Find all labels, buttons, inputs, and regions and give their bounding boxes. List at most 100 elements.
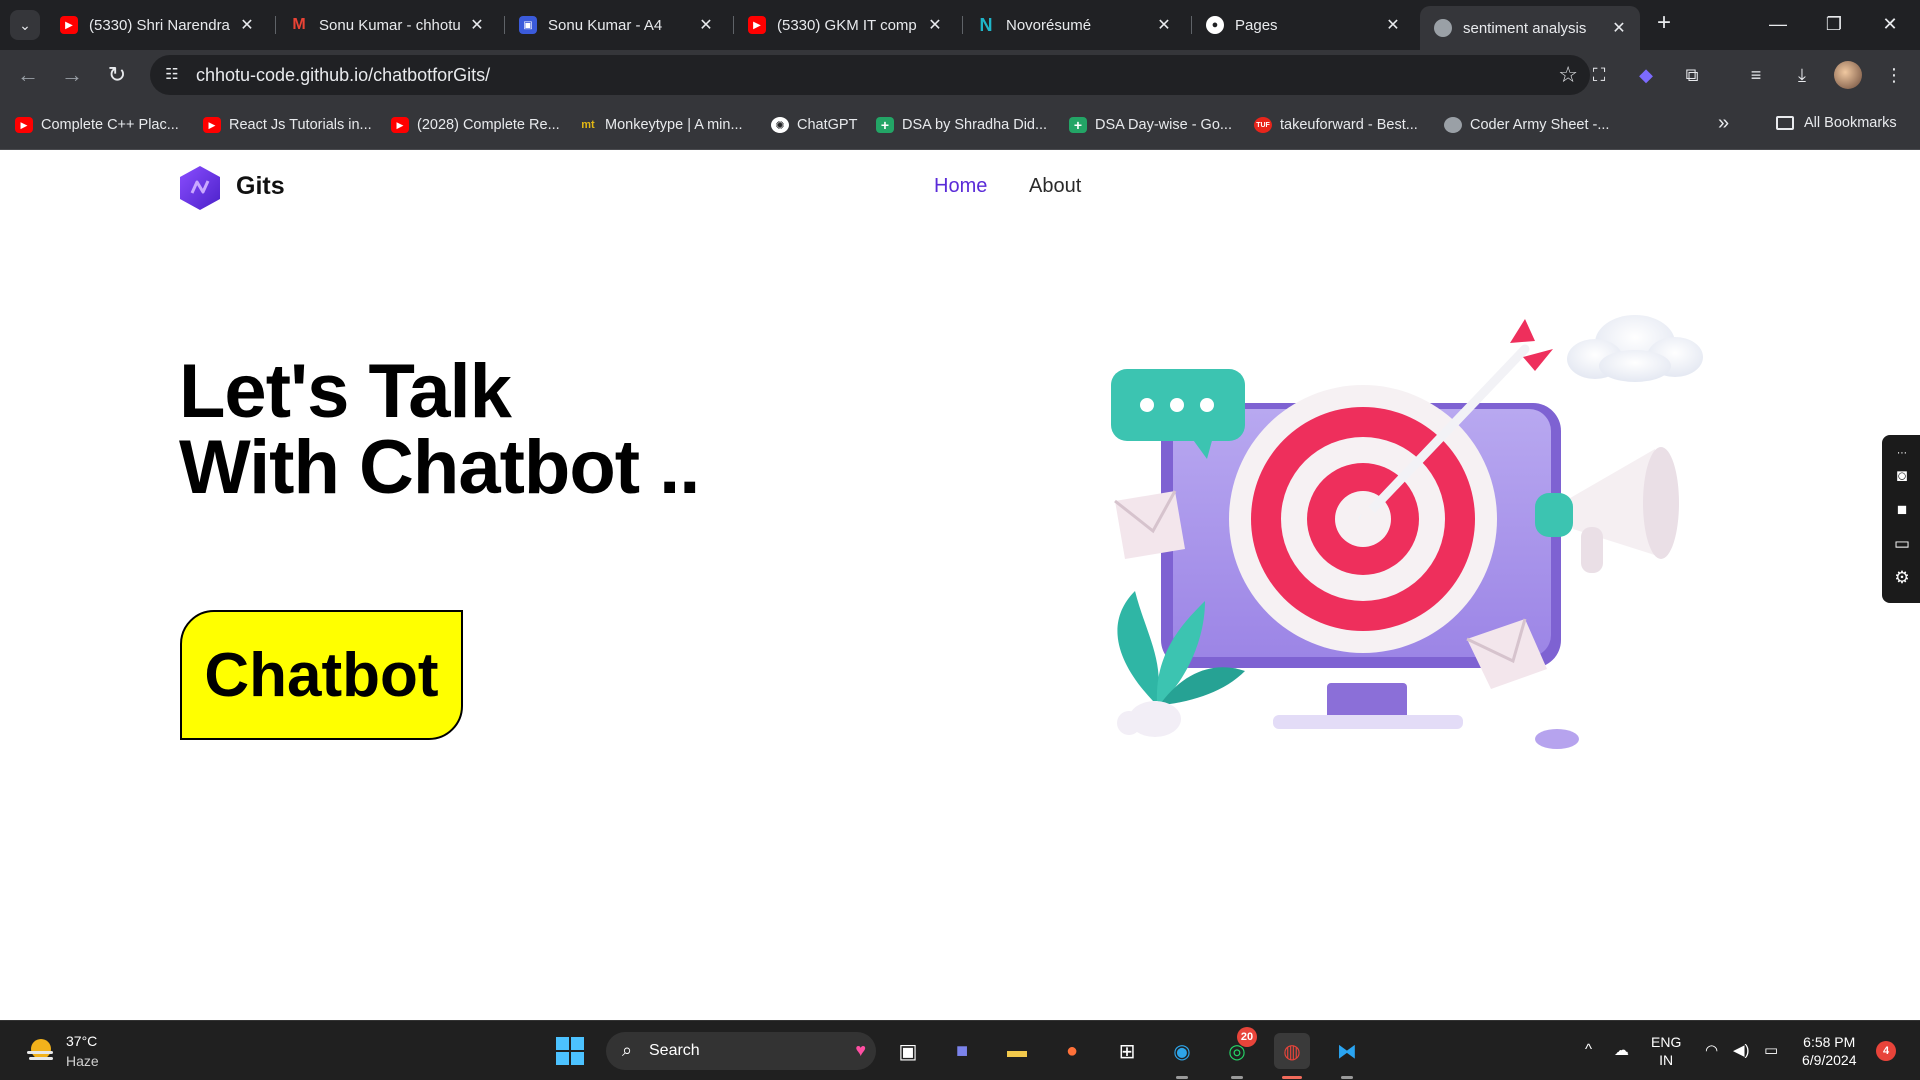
globe-icon bbox=[1444, 117, 1462, 133]
chatbot-button[interactable]: Chatbot bbox=[180, 610, 463, 740]
bookmark-item[interactable]: + DSA Day-wise - Go... bbox=[1069, 115, 1232, 135]
more-bookmarks-button[interactable]: » bbox=[1718, 112, 1729, 135]
task-view-icon[interactable]: ▣ bbox=[890, 1033, 926, 1069]
bookmark-item[interactable]: ▶ (2028) Complete Re... bbox=[391, 115, 560, 135]
brand-name[interactable]: Gits bbox=[236, 172, 285, 201]
bookmark-item[interactable]: + DSA by Shradha Did... bbox=[876, 115, 1047, 135]
battery-icon[interactable]: ▭ bbox=[1764, 1041, 1778, 1059]
youtube-icon: ▶ bbox=[203, 117, 221, 133]
hero-heading-line-2: With Chatbot .. bbox=[179, 425, 700, 510]
gits-logo-icon[interactable] bbox=[179, 165, 221, 211]
bookmark-item[interactable]: mt Monkeytype | A min... bbox=[579, 115, 742, 135]
notification-count-badge[interactable]: 4 bbox=[1876, 1041, 1896, 1061]
onedrive-icon[interactable]: ☁ bbox=[1614, 1041, 1629, 1059]
address-bar-url[interactable]: chhotu-code.github.io/chatbotforGits/ bbox=[196, 65, 490, 86]
edge-icon[interactable]: ◉ bbox=[1164, 1033, 1200, 1069]
search-highlight-icon: ♥ bbox=[855, 1040, 866, 1060]
extension-drop-icon[interactable]: ◆ bbox=[1632, 61, 1660, 89]
windows-start-icon[interactable] bbox=[556, 1037, 584, 1065]
youtube-icon: ▶ bbox=[15, 117, 33, 133]
tab-novoresume[interactable]: N Novorésumé ✕ bbox=[963, 8, 1185, 42]
plus-icon: + bbox=[1656, 9, 1671, 36]
address-bar[interactable]: ☷ chhotu-code.github.io/chatbotforGits/ … bbox=[150, 55, 1590, 95]
bookmark-item[interactable]: TUF takeuforward - Best... bbox=[1254, 115, 1418, 135]
bookmark-item[interactable]: Coder Army Sheet -... bbox=[1444, 115, 1609, 135]
chrome-icon[interactable]: ◍ bbox=[1274, 1033, 1310, 1069]
sheets-icon: + bbox=[876, 117, 894, 133]
download-icon[interactable]: ⤓ bbox=[1788, 61, 1816, 89]
hero-heading: Let's Talk With Chatbot .. bbox=[179, 354, 700, 510]
tab-gmail[interactable]: M Sonu Kumar - chhotu ✕ bbox=[276, 8, 498, 42]
screen-capture-toolbar: ⋯ ◙ ■ ▭ ⚙ bbox=[1882, 435, 1920, 603]
bookmark-star-icon[interactable]: ☆ bbox=[1558, 62, 1578, 88]
browser-toolbar: ← → ↻ ☷ chhotu-code.github.io/chatbotfor… bbox=[0, 50, 1920, 100]
weather-temperature[interactable]: 37°C bbox=[66, 1033, 97, 1049]
arrow-left-icon: ← bbox=[17, 62, 39, 87]
restore-button[interactable]: ❐ bbox=[1814, 8, 1854, 40]
minimize-button[interactable]: — bbox=[1758, 8, 1798, 40]
reload-icon: ↻ bbox=[107, 62, 127, 87]
nav-home-link[interactable]: Home bbox=[934, 175, 987, 198]
close-tab-icon[interactable]: ✕ bbox=[1610, 18, 1628, 38]
close-window-button[interactable]: ✕ bbox=[1870, 8, 1910, 40]
firefox-icon[interactable]: ● bbox=[1054, 1033, 1090, 1069]
taskbar-search[interactable]: ⌕ Search ♥ bbox=[606, 1032, 876, 1070]
reload-button[interactable]: ↻ bbox=[101, 59, 133, 91]
tab-youtube-shri-narendra[interactable]: ▶ (5330) Shri Narendra ✕ bbox=[46, 8, 268, 42]
all-bookmarks-button[interactable]: All Bookmarks bbox=[1776, 115, 1897, 131]
tab-resume-a4[interactable]: ▣ Sonu Kumar - A4 ✕ bbox=[505, 8, 727, 42]
site-info-icon[interactable]: ☷ bbox=[162, 65, 182, 85]
system-clock[interactable]: 6:58 PM 6/9/2024 bbox=[1802, 1033, 1857, 1069]
bookmark-item[interactable]: ▶ React Js Tutorials in... bbox=[203, 115, 372, 135]
arrow-right-icon: → bbox=[61, 62, 83, 87]
screenshot-icon[interactable]: ⛶ bbox=[1585, 61, 1613, 89]
gear-icon[interactable]: ⚙ bbox=[1891, 567, 1913, 589]
microsoft-store-icon[interactable]: ⊞ bbox=[1109, 1033, 1145, 1069]
restore-icon: ❐ bbox=[1825, 14, 1843, 34]
tab-search-button[interactable]: ⌄ bbox=[10, 10, 40, 40]
more-menu-icon[interactable]: ⋮ bbox=[1880, 61, 1908, 89]
windows-taskbar: 37°C Haze ⌕ Search ♥ ▣ ■ ▬ ● ⊞ ◉ ◎ 20 ◍ … bbox=[0, 1020, 1920, 1080]
window-capture-icon[interactable]: ▭ bbox=[1891, 533, 1913, 555]
close-tab-icon[interactable]: ✕ bbox=[468, 15, 486, 35]
wifi-icon[interactable]: ◠ bbox=[1705, 1041, 1718, 1059]
running-indicator bbox=[1231, 1076, 1243, 1079]
input-language[interactable]: ENG IN bbox=[1651, 1033, 1681, 1069]
chatgpt-icon: ✺ bbox=[771, 117, 789, 133]
tab-github-pages[interactable]: ● Pages ✕ bbox=[1192, 8, 1414, 42]
bookmarks-bar: ▶ Complete C++ Plac... ▶ React Js Tutori… bbox=[0, 100, 1920, 150]
nav-about-link[interactable]: About bbox=[1029, 175, 1081, 198]
tab-sentiment-analysis[interactable]: sentiment analysis ✕ bbox=[1420, 6, 1640, 50]
chevron-double-right-icon: » bbox=[1718, 112, 1730, 134]
volume-icon[interactable]: ◀) bbox=[1733, 1041, 1750, 1059]
extensions-puzzle-icon[interactable]: ⧉ bbox=[1678, 61, 1706, 89]
vscode-icon[interactable]: ⧓ bbox=[1329, 1033, 1365, 1069]
file-explorer-icon[interactable]: ▬ bbox=[999, 1033, 1035, 1069]
back-button[interactable]: ← bbox=[12, 59, 44, 91]
close-tab-icon[interactable]: ✕ bbox=[238, 15, 256, 35]
close-tab-icon[interactable]: ✕ bbox=[697, 15, 715, 35]
youtube-icon: ▶ bbox=[60, 16, 78, 34]
folder-icon bbox=[1776, 116, 1794, 130]
mouse-icon bbox=[1535, 729, 1579, 749]
teams-meet-icon[interactable]: ■ bbox=[944, 1033, 980, 1069]
new-tab-button[interactable]: + bbox=[1650, 10, 1678, 38]
chevron-up-icon[interactable]: ^ bbox=[1585, 1041, 1592, 1058]
running-indicator bbox=[1176, 1076, 1188, 1079]
media-queue-icon[interactable]: ≡ bbox=[1742, 61, 1770, 89]
camera-icon[interactable]: ◙ bbox=[1891, 465, 1913, 487]
forward-button[interactable]: → bbox=[56, 59, 88, 91]
weather-description[interactable]: Haze bbox=[66, 1053, 99, 1069]
active-indicator bbox=[1282, 1076, 1302, 1079]
resume-app-icon: ▣ bbox=[519, 16, 537, 34]
close-tab-icon[interactable]: ✕ bbox=[1155, 15, 1173, 35]
haze-weather-icon[interactable] bbox=[24, 1035, 58, 1067]
tab-youtube-gkm[interactable]: ▶ (5330) GKM IT comp ✕ bbox=[734, 8, 956, 42]
bookmark-item[interactable]: ✺ ChatGPT bbox=[771, 115, 857, 135]
bookmark-item[interactable]: ▶ Complete C++ Plac... bbox=[15, 115, 179, 135]
close-tab-icon[interactable]: ✕ bbox=[1384, 15, 1402, 35]
profile-avatar[interactable] bbox=[1834, 61, 1862, 89]
more-icon[interactable]: ⋯ bbox=[1891, 443, 1913, 465]
video-icon[interactable]: ■ bbox=[1891, 499, 1913, 521]
close-tab-icon[interactable]: ✕ bbox=[926, 15, 944, 35]
